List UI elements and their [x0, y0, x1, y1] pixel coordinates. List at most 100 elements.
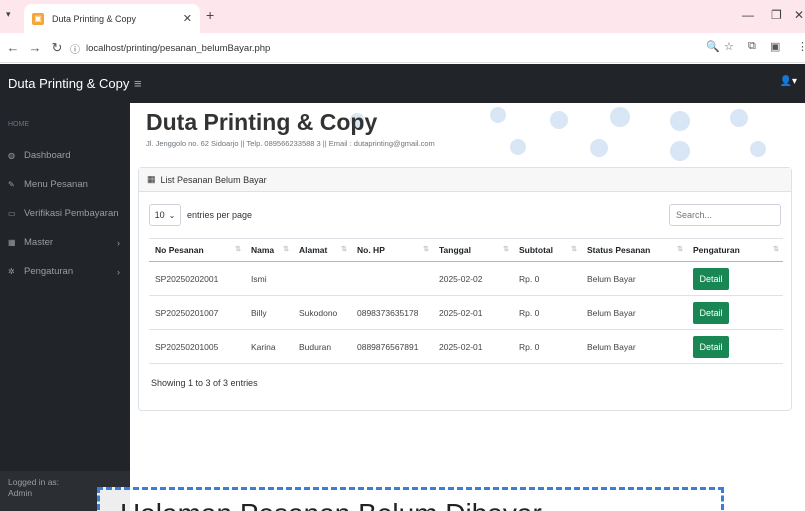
reload-icon[interactable]: ↻	[46, 40, 68, 56]
actions-cell: Detail	[687, 329, 783, 364]
sidebar-item-pengaturan[interactable]: ✲ Pengaturan ›	[0, 257, 130, 286]
url-field[interactable]: ⓘ localhost/printing/pesanan_belumBayar.…	[70, 38, 700, 58]
order-number: SP20250201005	[149, 329, 245, 364]
card-header: ▦ List Pesanan Belum Bayar	[139, 168, 791, 192]
sidebar-item-master[interactable]: ▦ Master ›	[0, 228, 130, 257]
favicon-icon: ▣	[32, 12, 44, 25]
page-size-value: 10	[154, 210, 165, 220]
extensions-icon[interactable]: ⧉	[748, 40, 756, 53]
column-header[interactable]: No Pesanan ⇅	[149, 238, 245, 262]
order-subtotal: Rp. 0	[513, 329, 581, 364]
tab-close-icon[interactable]: ✕	[183, 12, 192, 25]
table-row: SP20250201007 Billy Sukodono 08983736351…	[149, 295, 783, 330]
browser-tabbar: ▾ ▣ Duta Printing & Copy ✕ + — ❐ ✕	[0, 0, 805, 33]
sidebar-item-label: Menu Pesanan	[24, 179, 88, 190]
column-header[interactable]: Alamat ⇅	[293, 238, 351, 262]
customer-address	[293, 261, 351, 296]
minimize-icon[interactable]: —	[742, 8, 754, 22]
back-icon[interactable]: ←	[2, 40, 24, 55]
sort-icon: ⇅	[773, 246, 779, 253]
chevron-right-icon: ›	[117, 237, 120, 248]
sidebar-heading: HOME	[8, 121, 29, 128]
background-dot	[510, 139, 526, 155]
sidebar-item-label: Master	[24, 237, 54, 248]
orders-card: ▦ List Pesanan Belum Bayar 10 ⌄ entries …	[138, 167, 792, 411]
detail-button[interactable]: Detail	[693, 267, 729, 290]
sidebar-item-dashboard[interactable]: ◍ Dashboard	[0, 141, 130, 170]
column-header[interactable]: Nama ⇅	[245, 238, 293, 262]
dashboard-icon: ◍	[8, 151, 15, 160]
chevron-right-icon: ›	[117, 266, 120, 277]
page-title: Duta Printing & Copy	[146, 109, 378, 135]
caption-overlay: Halaman Pesanan Belum Dibayar	[97, 487, 724, 511]
sidebar-toggle-icon[interactable]: ≡	[134, 76, 142, 91]
column-header[interactable]: Tanggal ⇅	[433, 238, 513, 262]
restore-icon[interactable]: ❐	[771, 8, 782, 22]
window-close-icon[interactable]: ✕	[794, 8, 804, 22]
pencil-icon: ✎	[8, 180, 15, 189]
detail-button[interactable]: Detail	[693, 301, 729, 324]
new-tab-icon[interactable]: +	[206, 7, 214, 23]
order-number: SP20250202001	[149, 261, 245, 296]
detail-button[interactable]: Detail	[693, 335, 729, 358]
forward-icon[interactable]: →	[24, 40, 46, 55]
customer-name: Ismi	[245, 261, 293, 296]
order-subtotal: Rp. 0	[513, 295, 581, 330]
zoom-icon[interactable]: 🔍	[706, 40, 720, 53]
order-number: SP20250201007	[149, 295, 245, 330]
bookmark-star-icon[interactable]: ☆	[724, 40, 734, 53]
gear-icon: ✲	[8, 267, 15, 276]
page-size-select[interactable]: 10 ⌄	[149, 204, 181, 226]
background-dot	[610, 107, 630, 127]
profile-icon[interactable]: ▣	[770, 40, 780, 53]
background-dot	[670, 111, 690, 131]
caption-text: Halaman Pesanan Belum Dibayar	[120, 498, 542, 511]
sidebar-item-label: Verifikasi Pembayaran	[24, 208, 119, 219]
customer-phone	[351, 261, 433, 296]
order-status: Belum Bayar	[581, 261, 687, 296]
sidebar-item-label: Dashboard	[24, 150, 71, 161]
browser-tab[interactable]: ▣ Duta Printing & Copy ✕	[24, 4, 200, 33]
background-dot	[490, 107, 506, 123]
chevron-down-icon: ⌄	[168, 210, 176, 220]
background-dot	[670, 141, 690, 161]
actions-cell: Detail	[687, 295, 783, 330]
order-date: 2025-02-01	[433, 295, 513, 330]
order-date: 2025-02-01	[433, 329, 513, 364]
sidebar-item-menu-pesanan[interactable]: ✎ Menu Pesanan	[0, 170, 130, 199]
company-info: Jl. Jenggolo no. 62 Sidoarjo || Telp. 08…	[146, 139, 435, 148]
sort-icon: ⇅	[283, 246, 289, 253]
card-title: List Pesanan Belum Bayar	[160, 174, 267, 185]
order-status: Belum Bayar	[581, 329, 687, 364]
column-header[interactable]: No. HP ⇅	[351, 238, 433, 262]
customer-name: Billy	[245, 295, 293, 330]
column-header[interactable]: Subtotal ⇅	[513, 238, 581, 262]
top-navbar: Duta Printing & Copy ≡ 👤▾	[0, 64, 805, 103]
customer-phone: 0898373635178	[351, 295, 433, 330]
user-menu-icon[interactable]: 👤▾	[780, 76, 797, 87]
entries-label: entries per page	[187, 210, 253, 220]
order-status: Belum Bayar	[581, 295, 687, 330]
sidebar: HOME ◍ Dashboard ✎ Menu Pesanan ▭ Verifi…	[0, 103, 130, 511]
sort-icon: ⇅	[341, 246, 347, 253]
column-header[interactable]: Status Pesanan ⇅	[581, 238, 687, 262]
sort-icon: ⇅	[423, 246, 429, 253]
main-content: Duta Printing & Copy Jl. Jenggolo no. 62…	[130, 103, 805, 511]
order-subtotal: Rp. 0	[513, 261, 581, 296]
entries-info: Showing 1 to 3 of 3 entries	[151, 378, 258, 388]
sort-icon: ⇅	[235, 246, 241, 253]
column-header[interactable]: Pengaturan ⇅	[687, 238, 783, 262]
search-input[interactable]	[669, 204, 781, 226]
table-header-row: No Pesanan ⇅ Nama ⇅ Alamat ⇅ No. HP ⇅ Tangga…	[149, 238, 783, 262]
navbar-brand[interactable]: Duta Printing & Copy	[0, 76, 130, 91]
site-info-icon[interactable]: ⓘ	[70, 41, 80, 56]
table-icon: ▦	[8, 238, 16, 247]
menu-dots-icon[interactable]: ⋮	[797, 40, 805, 53]
entries-control: 10 ⌄ entries per page	[149, 204, 252, 226]
background-dot	[590, 139, 608, 157]
sidebar-item-label: Pengaturan	[24, 266, 74, 277]
sort-icon: ⇅	[677, 246, 683, 253]
sidebar-item-verifikasi-pembayaran[interactable]: ▭ Verifikasi Pembayaran	[0, 199, 130, 228]
tab-title: Duta Printing & Copy	[52, 13, 137, 24]
tab-list-icon[interactable]: ▾	[6, 9, 11, 20]
